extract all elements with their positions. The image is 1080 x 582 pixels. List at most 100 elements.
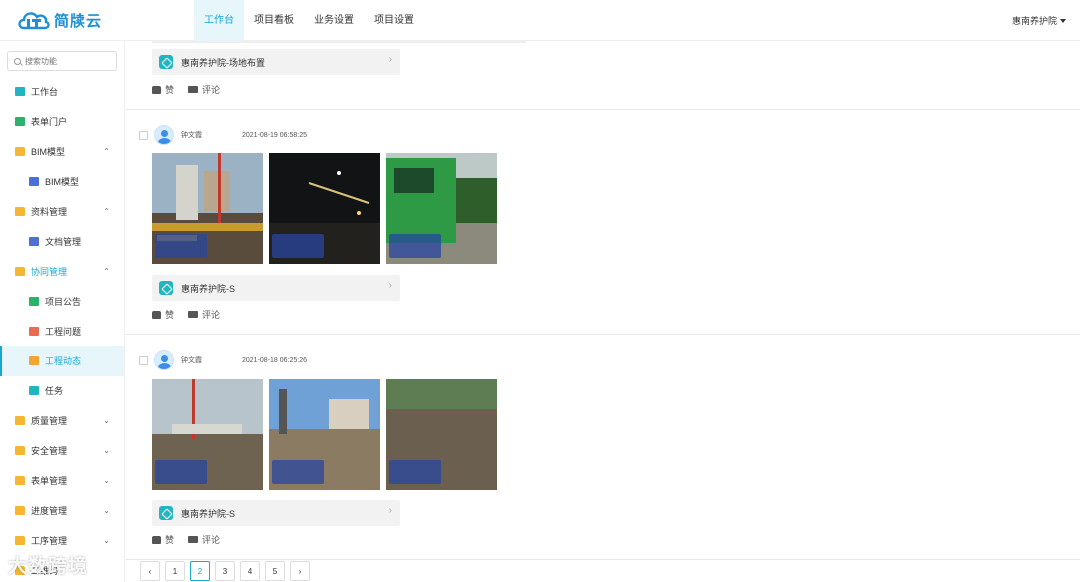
announcement-icon [29, 296, 39, 306]
page-button-current[interactable]: 2 [190, 561, 210, 581]
chevron-right-icon: › [388, 280, 392, 291]
prev-page-button[interactable]: ‹ [140, 561, 160, 581]
cloud-logo-icon [18, 12, 50, 30]
photo-grid [152, 153, 497, 264]
next-page-button[interactable]: › [290, 561, 310, 581]
post-checkbox[interactable] [139, 130, 148, 140]
sidebar-item-label: 工作台 [31, 87, 59, 98]
comment-button[interactable]: 评论 [188, 532, 220, 546]
dynamic-icon [29, 356, 39, 366]
post-actions: 赞 评论 [152, 82, 220, 96]
sidebar-item-form-portal[interactable]: 表单门户 [0, 107, 124, 137]
page-button[interactable]: 4 [240, 561, 260, 581]
search-box[interactable] [7, 51, 117, 71]
user-menu[interactable]: 惠南养护院 [1012, 14, 1066, 27]
post-time: 2021-08-18 06:25:26 [242, 356, 307, 364]
tab-project-board[interactable]: 项目看板 [244, 0, 304, 41]
sidebar-item-workbench[interactable]: 工作台 [0, 77, 124, 107]
form-portal-icon [15, 117, 25, 127]
thumbs-up-icon [152, 535, 161, 544]
chevron-down-icon: ⌄ [103, 535, 110, 545]
chevron-up-icon: ⌃ [103, 147, 110, 157]
brand-logo[interactable]: 简牍云 [16, 8, 102, 32]
divider [126, 334, 1080, 335]
sidebar-item-label: 表单门户 [31, 117, 68, 128]
project-link[interactable]: 惠南养护院-S › [152, 275, 400, 301]
site-photo[interactable] [152, 153, 263, 264]
site-photo[interactable] [386, 153, 497, 264]
sidebar-item-documents-group[interactable]: 资料管理 ⌃ [0, 197, 124, 227]
sidebar-item-bim-model[interactable]: BIM模型 [0, 167, 124, 197]
watermark-tag [389, 460, 441, 484]
sidebar-item-collaboration-group[interactable]: 协同管理 ⌃ [0, 256, 124, 286]
chevron-right-icon: › [388, 505, 392, 516]
sidebar-item-label: 协同管理 [31, 266, 68, 277]
watermark-tag [155, 460, 207, 484]
brand-name: 简牍云 [54, 12, 103, 30]
sidebar-item-label: 工程动态 [45, 356, 82, 367]
folder-icon [15, 476, 25, 486]
tab-business-settings[interactable]: 业务设置 [304, 0, 364, 41]
comment-button[interactable]: 评论 [188, 82, 220, 96]
issue-icon [29, 326, 39, 336]
post-actions: 赞 评论 [152, 532, 220, 546]
sidebar-item-label: 工序管理 [31, 535, 68, 546]
sidebar-item-progress[interactable]: 进度管理 ⌄ [0, 495, 124, 525]
sidebar-item-bim-group[interactable]: BIM模型 ⌃ [0, 137, 124, 167]
watermark-tag [155, 234, 207, 258]
sidebar-item-announcements[interactable]: 项目公告 [0, 286, 124, 316]
folder-icon [15, 266, 25, 276]
sidebar-item-label: 项目公告 [45, 296, 82, 307]
sidebar-item-tasks[interactable]: 任务 [0, 376, 124, 406]
sidebar-item-forms[interactable]: 表单管理 ⌄ [0, 466, 124, 496]
chevron-down-icon: ⌄ [103, 505, 110, 515]
comment-button[interactable]: 评论 [188, 307, 220, 321]
photo-grid [152, 379, 497, 490]
watermark-tag [389, 234, 441, 258]
sidebar-item-safety[interactable]: 安全管理 ⌄ [0, 436, 124, 466]
document-icon [29, 236, 39, 246]
tab-project-settings[interactable]: 项目设置 [364, 0, 424, 41]
sidebar-nav: 工作台 表单门户 BIM模型 ⌃ BIM模型 资料管理 ⌃ 文档管理 协同管理 ⌃ 项… [0, 77, 124, 582]
page-button[interactable]: 5 [265, 561, 285, 581]
sidebar-item-label: 进度管理 [31, 505, 68, 516]
top-bar: 简牍云 工作台 项目看板 业务设置 项目设置 惠南养护院 [0, 0, 1080, 41]
sidebar-item-label: 任务 [45, 386, 64, 397]
site-photo[interactable] [152, 379, 263, 490]
page-button[interactable]: 1 [165, 561, 185, 581]
like-button[interactable]: 赞 [152, 533, 174, 546]
chevron-down-icon: ⌄ [103, 416, 110, 426]
feed-area: 惠南养护院-场地布置 › 赞 评论 钟文霞 2021-08-19 06:58:2… [126, 41, 1080, 582]
cube-icon [159, 55, 173, 69]
tab-workbench[interactable]: 工作台 [194, 0, 244, 41]
divider [126, 559, 1080, 560]
sidebar-item-issues[interactable]: 工程问题 [0, 316, 124, 346]
project-link-label: 惠南养护院-S [181, 283, 236, 294]
sidebar-item-quality[interactable]: 质量管理 ⌄ [0, 406, 124, 436]
user-name: 惠南养护院 [1011, 16, 1057, 26]
folder-icon [15, 207, 25, 216]
pagination: ‹ 1 2 3 4 5 › [140, 561, 310, 581]
sidebar-item-document-management[interactable]: 文档管理 [0, 226, 124, 256]
comment-icon [188, 82, 199, 93]
sidebar-item-label: 资料管理 [31, 207, 68, 217]
caret-down-icon [1060, 18, 1066, 23]
chevron-down-icon: ⌄ [103, 476, 110, 486]
post-header: 钟文霞 2021-08-19 06:58:25 [139, 125, 307, 145]
sidebar-item-label: 工程问题 [45, 326, 82, 337]
site-photo[interactable] [269, 379, 380, 490]
sidebar-item-project-dynamics[interactable]: 工程动态 [0, 346, 124, 376]
comment-icon [188, 307, 199, 318]
site-photo[interactable] [269, 153, 380, 264]
project-link[interactable]: 惠南养护院-场地布置 › [152, 49, 400, 75]
folder-icon [15, 535, 25, 545]
like-button[interactable]: 赞 [152, 83, 174, 96]
post-checkbox[interactable] [139, 355, 148, 365]
sidebar-item-label: 安全管理 [31, 446, 68, 457]
page-button[interactable]: 3 [215, 561, 235, 581]
site-photo[interactable] [386, 379, 497, 490]
search-input[interactable] [25, 56, 105, 66]
cube-icon [159, 281, 173, 295]
project-link[interactable]: 惠南养护院-S › [152, 500, 400, 526]
like-button[interactable]: 赞 [152, 308, 174, 321]
